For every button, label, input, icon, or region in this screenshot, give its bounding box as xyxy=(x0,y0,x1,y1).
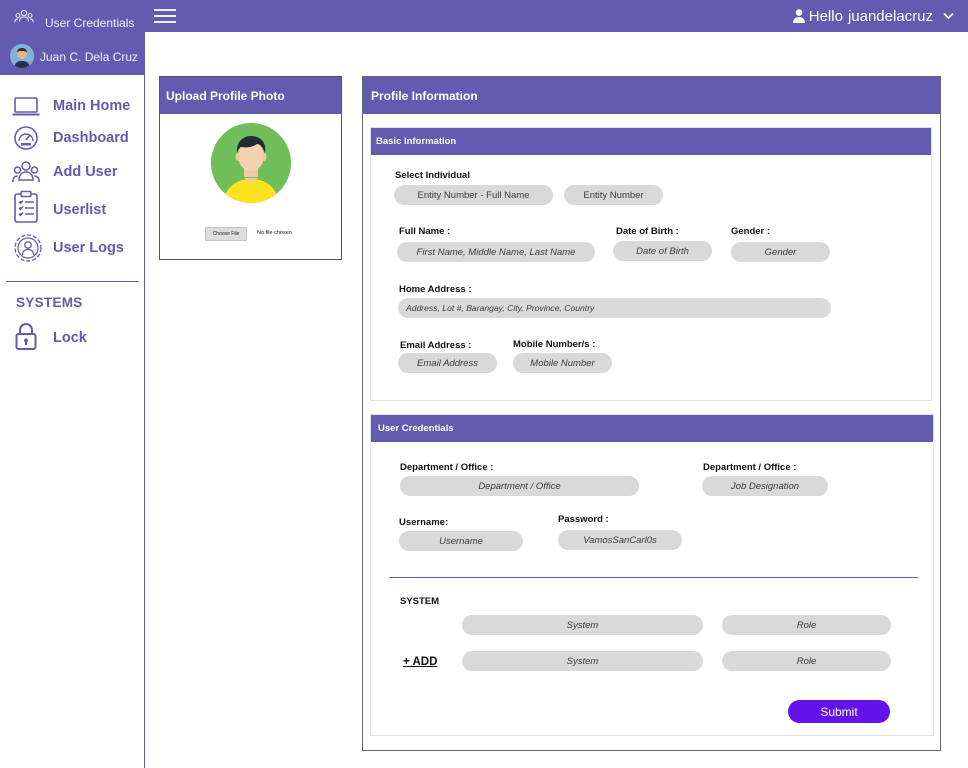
systems-heading: SYSTEMS xyxy=(16,295,83,310)
sidebar-item-label: Userlist xyxy=(53,202,107,218)
hamburger-line xyxy=(154,9,176,11)
entity-full-name-select[interactable]: Entity Number - Full Name xyxy=(394,185,553,205)
choose-file-button[interactable]: Choose File xyxy=(205,227,247,241)
lock-icon xyxy=(15,323,37,350)
gender-label: Gender : xyxy=(731,226,771,237)
section-divider xyxy=(389,577,918,578)
system-select[interactable]: System xyxy=(462,615,703,635)
full-name-input[interactable]: First Name, Middle Name, Last Name xyxy=(397,242,595,262)
username-label: Username: xyxy=(399,517,449,528)
role-select[interactable]: Role xyxy=(722,615,891,635)
avatar-icon xyxy=(10,44,34,68)
sidebar: Juan C. Dela Cruz Main Home Dashboard Ad… xyxy=(0,32,145,768)
entity-number-select[interactable]: Entity Number xyxy=(564,185,663,205)
user-gear-icon xyxy=(14,234,42,262)
basic-information-title: Basic Information xyxy=(371,128,931,155)
department-input[interactable]: Department / Office xyxy=(400,476,639,496)
clipboard-icon xyxy=(14,190,38,223)
password-label: Password : xyxy=(558,514,609,525)
greeting-text: Hello xyxy=(808,7,843,25)
sidebar-item-label: Dashboard xyxy=(53,130,129,146)
user-credentials-section: User Credentials Department / Office : D… xyxy=(370,414,934,736)
brand: User Credentials xyxy=(0,0,145,32)
sidebar-profile[interactable]: Juan C. Dela Cruz xyxy=(0,32,144,75)
sidebar-item-dashboard[interactable]: Dashboard xyxy=(12,124,129,152)
users-icon xyxy=(12,161,40,183)
person-icon xyxy=(792,9,805,23)
brand-label: User Credentials xyxy=(45,16,135,30)
sidebar-item-main-home[interactable]: Main Home xyxy=(12,92,130,120)
mobile-number-label: Mobile Number/s : xyxy=(513,339,596,350)
profile-panel-title: Profile Information xyxy=(363,77,940,114)
sidebar-item-add-user[interactable]: Add User xyxy=(12,158,117,186)
username-text: juandelacruz xyxy=(847,7,933,25)
hamburger-line xyxy=(154,21,176,23)
date-of-birth-label: Date of Birth : xyxy=(616,226,679,237)
email-address-label: Email Address : xyxy=(400,340,472,351)
home-address-input[interactable]: Address, Lot #, Barangay, City, Province… xyxy=(398,298,831,318)
add-system-button[interactable]: + ADD xyxy=(403,656,437,668)
user-avatar-icon xyxy=(211,123,291,203)
submit-button[interactable]: Submit xyxy=(788,700,890,723)
job-designation-label: Department / Office : xyxy=(703,462,797,473)
profile-photo-preview xyxy=(211,123,291,203)
username-input[interactable]: Username xyxy=(399,531,523,551)
system-select[interactable]: System xyxy=(462,651,703,671)
sidebar-item-label: Main Home xyxy=(53,98,131,114)
department-label: Department / Office : xyxy=(400,462,494,473)
mobile-number-input[interactable]: Mobile Number xyxy=(513,353,612,373)
file-status-text: No file chosen xyxy=(257,230,292,236)
sidebar-item-lock[interactable]: Lock xyxy=(12,322,87,350)
home-address-label: Home Address : xyxy=(399,284,472,295)
gender-select[interactable]: Gender xyxy=(731,242,830,262)
sidebar-item-userlist[interactable]: Userlist xyxy=(12,190,106,224)
date-of-birth-input[interactable]: Date of Birth xyxy=(613,241,712,261)
chevron-down-icon xyxy=(943,12,954,20)
sidebar-item-label: Add User xyxy=(53,164,118,180)
avatar xyxy=(10,44,34,68)
laptop-icon xyxy=(12,97,40,116)
user-credentials-title: User Credentials xyxy=(371,415,933,442)
sidebar-item-user-logs[interactable]: User Logs xyxy=(12,232,124,264)
select-individual-label: Select Individual xyxy=(395,170,470,181)
hamburger-line xyxy=(154,15,176,17)
password-input[interactable]: VamosSanCarl0s xyxy=(558,530,682,550)
system-heading: SYSTEM xyxy=(400,596,440,607)
upload-photo-panel: Upload Profile Photo Choose File No file… xyxy=(159,76,342,260)
full-name-label: Full Name : xyxy=(399,226,451,237)
upload-panel-title: Upload Profile Photo xyxy=(160,77,341,114)
users-group-icon xyxy=(14,9,34,23)
gauge-icon xyxy=(14,126,38,150)
sidebar-divider xyxy=(6,281,139,282)
user-menu[interactable]: Hello juandelacruz xyxy=(792,6,954,26)
profile-information-panel: Profile Information Basic Information Se… xyxy=(362,76,941,751)
email-address-input[interactable]: Email Address xyxy=(398,353,497,373)
menu-toggle-button[interactable] xyxy=(154,9,176,23)
job-designation-input[interactable]: Job Designation xyxy=(702,476,828,496)
top-bar: User Credentials Hello juandelacruz xyxy=(0,0,968,32)
basic-information-section: Basic Information Select Individual Enti… xyxy=(370,127,932,401)
profile-name: Juan C. Dela Cruz xyxy=(40,50,139,64)
role-select[interactable]: Role xyxy=(722,651,891,671)
sidebar-item-label: Lock xyxy=(53,330,87,346)
sidebar-item-label: User Logs xyxy=(53,240,124,256)
